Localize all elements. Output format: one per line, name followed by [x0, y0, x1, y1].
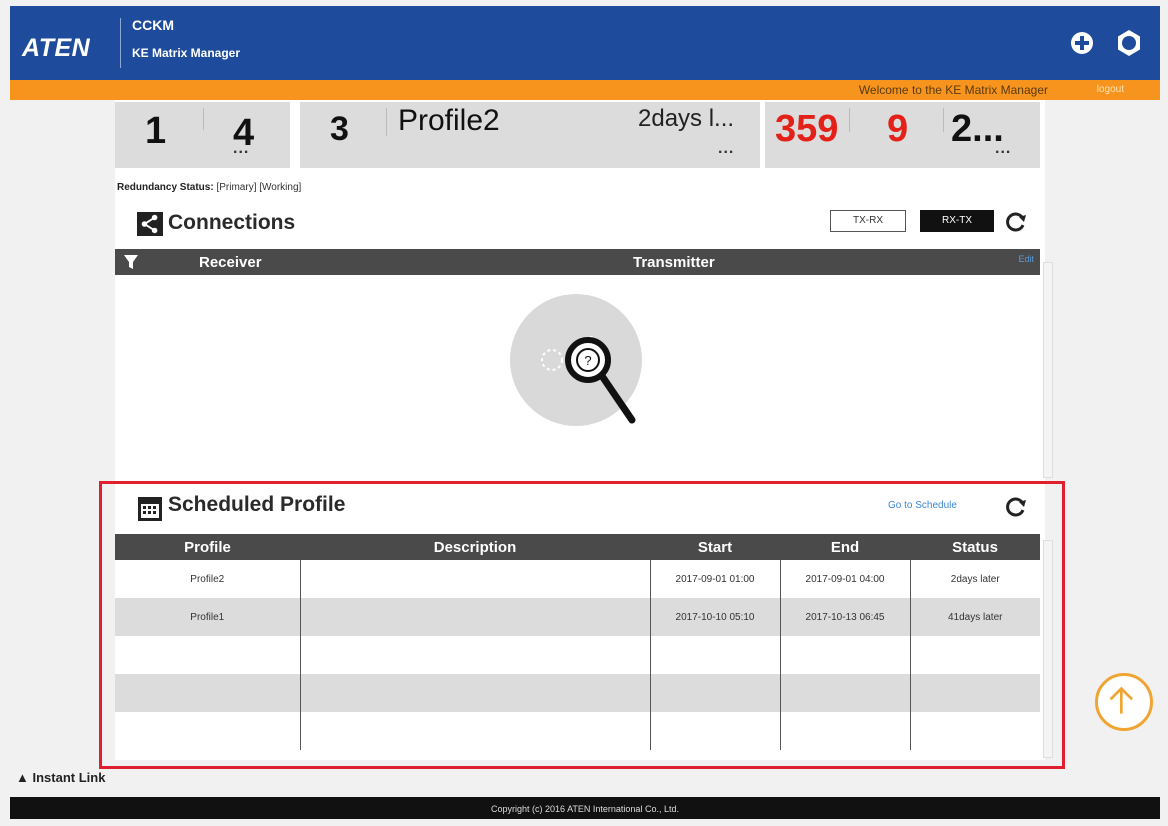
- redundancy-status: Redundancy Status: [Primary] [Working]: [117, 182, 301, 193]
- top-header: ATEN CCKM KE Matrix Manager: [10, 6, 1160, 80]
- app-root: ATEN CCKM KE Matrix Manager Welcome to t…: [0, 0, 1168, 826]
- share-icon: [137, 212, 163, 236]
- stat-tile-status: 359 9 2... ...: [765, 102, 1040, 168]
- stat-value: 3: [330, 110, 349, 148]
- profile-time: 2days l...: [638, 105, 735, 132]
- caret-up-icon: ▲: [16, 770, 29, 785]
- tx-rx-button[interactable]: TX-RX: [830, 210, 906, 232]
- stat-divider: [849, 108, 850, 132]
- col-transmitter[interactable]: Transmitter: [633, 254, 715, 271]
- stat-divider: [386, 108, 387, 136]
- filter-icon[interactable]: [123, 254, 139, 270]
- connections-title: Connections: [168, 211, 296, 234]
- more-button[interactable]: ...: [233, 140, 249, 158]
- add-icon[interactable]: [1070, 31, 1094, 55]
- more-button[interactable]: ...: [718, 140, 734, 158]
- stat-tile-devices: 1 4 ...: [115, 102, 290, 168]
- stat-divider: [203, 108, 204, 130]
- app-subtitle: KE Matrix Manager: [132, 46, 241, 60]
- instant-link-toggle[interactable]: ▲ Instant Link: [16, 770, 105, 785]
- welcome-bar: Welcome to the KE Matrix Manager logout: [10, 80, 1160, 100]
- col-receiver[interactable]: Receiver: [199, 254, 262, 271]
- redundancy-value: [Primary] [Working]: [216, 182, 302, 193]
- header-divider: [120, 18, 121, 68]
- logout-link[interactable]: logout: [1097, 84, 1124, 95]
- settings-gear-icon[interactable]: [1114, 28, 1144, 58]
- refresh-icon[interactable]: [1005, 211, 1027, 233]
- edit-link[interactable]: Edit: [1018, 254, 1034, 264]
- welcome-text: Welcome to the KE Matrix Manager: [858, 83, 1048, 97]
- back-to-top-icon[interactable]: [1095, 673, 1153, 731]
- stat-value: 359: [775, 108, 839, 150]
- stat-divider: [943, 108, 944, 132]
- svg-text:?: ?: [584, 353, 591, 368]
- more-button[interactable]: ...: [995, 140, 1011, 158]
- stat-value: 9: [887, 108, 909, 150]
- footer: Copyright (c) 2016 ATEN International Co…: [10, 797, 1160, 819]
- active-profile-name: Profile2: [398, 104, 500, 137]
- app-name: CCKM: [132, 17, 174, 33]
- stat-tile-profile: 3 Profile2 2days l... ...: [300, 102, 760, 168]
- connections-scrollbar[interactable]: [1043, 262, 1053, 478]
- stat-value: 1: [145, 110, 167, 152]
- connections-table-header: Receiver Transmitter Edit: [115, 249, 1040, 275]
- highlight-box: [99, 481, 1065, 769]
- redundancy-label: Redundancy Status:: [117, 182, 214, 193]
- instant-link-label: Instant Link: [32, 770, 106, 785]
- no-data-illustration: ?: [510, 294, 642, 426]
- aten-logo: ATEN: [22, 34, 91, 62]
- rx-tx-button[interactable]: RX-TX: [920, 210, 994, 232]
